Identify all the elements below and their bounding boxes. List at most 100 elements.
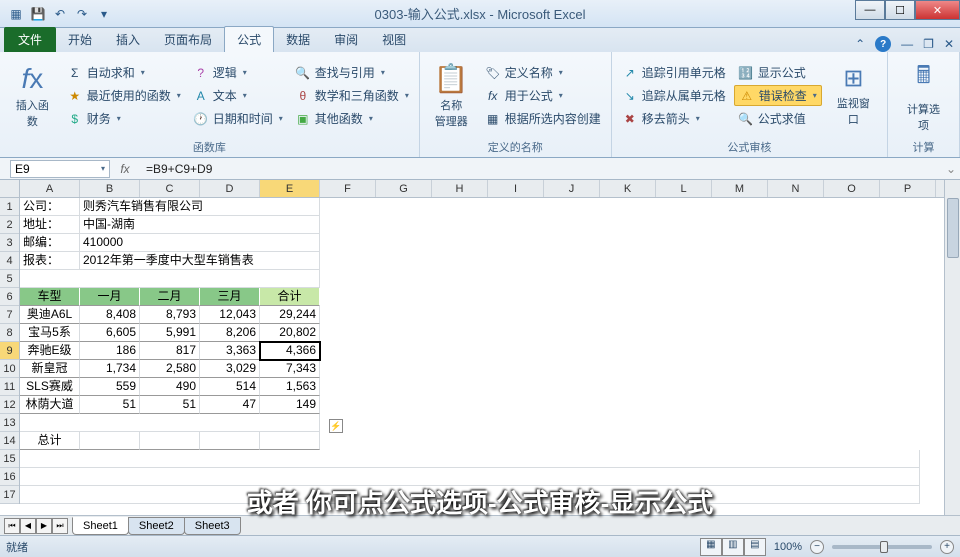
column-header[interactable]: N xyxy=(768,180,824,197)
footer-label[interactable]: 总计 xyxy=(20,432,80,450)
sheet-tab[interactable]: Sheet1 xyxy=(72,517,129,535)
save-icon[interactable]: 💾 xyxy=(28,4,48,24)
tab-layout[interactable]: 页面布局 xyxy=(152,27,224,52)
text-button[interactable]: A文本▾ xyxy=(189,85,287,106)
logical-button[interactable]: ?逻辑▾ xyxy=(189,62,287,83)
row-header[interactable]: 1 xyxy=(0,198,19,216)
model-cell[interactable]: 奔驰E级 xyxy=(20,342,80,360)
view-pagebreak-button[interactable]: ▤ xyxy=(744,538,766,556)
data-cell[interactable] xyxy=(80,432,140,450)
row-header[interactable]: 15 xyxy=(0,450,19,468)
tab-formulas[interactable]: 公式 xyxy=(224,26,274,52)
info-value[interactable]: 2012年第一季度中大型车销售表 xyxy=(80,252,320,270)
calc-options-button[interactable]: 🖩 计算选项 xyxy=(894,54,953,137)
name-manager-button[interactable]: 📋 名称 管理器 xyxy=(426,54,477,137)
data-cell[interactable]: 47 xyxy=(200,396,260,414)
tab-review[interactable]: 审阅 xyxy=(322,27,370,52)
recent-functions-button[interactable]: ★最近使用的函数▾ xyxy=(63,85,185,106)
info-label[interactable]: 邮编： xyxy=(20,234,80,252)
fx-button[interactable]: fx xyxy=(110,162,140,176)
table-header[interactable]: 合计 xyxy=(260,288,320,306)
data-cell[interactable]: 559 xyxy=(80,378,140,396)
expand-formula-bar-icon[interactable]: ⌄ xyxy=(946,162,956,176)
blank-cell[interactable] xyxy=(20,270,320,288)
column-header[interactable]: D xyxy=(200,180,260,197)
trace-precedents-button[interactable]: ↗追踪引用单元格 xyxy=(618,62,730,83)
column-header[interactable]: O xyxy=(824,180,880,197)
data-cell[interactable]: 8,793 xyxy=(140,306,200,324)
minimize-button[interactable]: — xyxy=(855,0,885,20)
create-from-selection-button[interactable]: ▦根据所选内容创建 xyxy=(481,108,605,129)
data-cell[interactable]: 186 xyxy=(80,342,140,360)
sheet-nav-prev[interactable]: ◀ xyxy=(20,518,36,534)
autosum-button[interactable]: Σ自动求和▾ xyxy=(63,62,185,83)
column-header[interactable]: H xyxy=(432,180,488,197)
row-header[interactable]: 2 xyxy=(0,216,19,234)
table-header[interactable]: 三月 xyxy=(200,288,260,306)
total-cell[interactable]: 149 xyxy=(260,396,320,414)
column-header[interactable]: B xyxy=(80,180,140,197)
use-in-formula-button[interactable]: fx用于公式▾ xyxy=(481,85,605,106)
data-cell[interactable]: 514 xyxy=(200,378,260,396)
data-cell[interactable]: 5,991 xyxy=(140,324,200,342)
column-header[interactable]: J xyxy=(544,180,600,197)
row-headers[interactable]: 1234567891011121314151617 xyxy=(0,198,20,504)
row-header[interactable]: 16 xyxy=(0,468,19,486)
view-normal-button[interactable]: ▦ xyxy=(700,538,722,556)
total-cell[interactable]: 20,802 xyxy=(260,324,320,342)
tab-home[interactable]: 开始 xyxy=(56,27,104,52)
close-button[interactable]: ✕ xyxy=(915,0,960,20)
data-cell[interactable] xyxy=(260,432,320,450)
help-icon[interactable]: ? xyxy=(875,36,891,52)
row-header[interactable]: 9 xyxy=(0,342,19,360)
column-header[interactable]: G xyxy=(376,180,432,197)
qat-dropdown-icon[interactable]: ▾ xyxy=(94,4,114,24)
datetime-button[interactable]: 🕐日期和时间▾ xyxy=(189,108,287,129)
total-cell[interactable]: 29,244 xyxy=(260,306,320,324)
error-checking-button[interactable]: ⚠错误检查▾ xyxy=(734,85,822,106)
vertical-scrollbar[interactable] xyxy=(944,180,960,515)
tab-insert[interactable]: 插入 xyxy=(104,27,152,52)
tab-data[interactable]: 数据 xyxy=(274,27,322,52)
row-header[interactable]: 17 xyxy=(0,486,19,504)
model-cell[interactable]: 奥迪A6L xyxy=(20,306,80,324)
row-header[interactable]: 11 xyxy=(0,378,19,396)
zoom-in-button[interactable]: + xyxy=(940,540,954,554)
data-cell[interactable]: 817 xyxy=(140,342,200,360)
column-header[interactable]: M xyxy=(712,180,768,197)
info-value[interactable]: 则秀汽车销售有限公司 xyxy=(80,198,320,216)
model-cell[interactable]: SLS赛威 xyxy=(20,378,80,396)
ribbon-window-close-icon[interactable]: ✕ xyxy=(944,37,954,51)
data-cell[interactable]: 3,363 xyxy=(200,342,260,360)
data-cell[interactable]: 51 xyxy=(80,396,140,414)
math-button[interactable]: θ数学和三角函数▾ xyxy=(291,85,413,106)
blank-cell[interactable] xyxy=(20,450,920,468)
info-value[interactable]: 中国-湖南 xyxy=(80,216,320,234)
select-all-corner[interactable] xyxy=(0,180,20,198)
total-cell[interactable]: 4,366 xyxy=(260,342,320,360)
column-header[interactable]: K xyxy=(600,180,656,197)
maximize-button[interactable]: ☐ xyxy=(885,0,915,20)
column-headers[interactable]: ABCDEFGHIJKLMNOP xyxy=(0,180,960,198)
model-cell[interactable]: 林荫大道 xyxy=(20,396,80,414)
row-header[interactable]: 5 xyxy=(0,270,19,288)
other-functions-button[interactable]: ▣其他函数▾ xyxy=(291,108,413,129)
table-header[interactable]: 一月 xyxy=(80,288,140,306)
trace-dependents-button[interactable]: ↘追踪从属单元格 xyxy=(618,85,730,106)
row-header[interactable]: 8 xyxy=(0,324,19,342)
row-header[interactable]: 13 xyxy=(0,414,19,432)
data-cell[interactable]: 6,605 xyxy=(80,324,140,342)
sheet-tab[interactable]: Sheet2 xyxy=(128,517,185,535)
total-cell[interactable]: 1,563 xyxy=(260,378,320,396)
data-cell[interactable]: 8,408 xyxy=(80,306,140,324)
formula-input[interactable]: =B9+C9+D9 xyxy=(140,162,960,176)
table-header[interactable]: 二月 xyxy=(140,288,200,306)
info-label[interactable]: 公司： xyxy=(20,198,80,216)
ribbon-window-restore-icon[interactable]: ❐ xyxy=(923,37,934,51)
row-header[interactable]: 14 xyxy=(0,432,19,450)
model-cell[interactable]: 宝马5系 xyxy=(20,324,80,342)
define-name-button[interactable]: 🏷定义名称▾ xyxy=(481,62,605,83)
column-header[interactable]: L xyxy=(656,180,712,197)
column-header[interactable]: P xyxy=(880,180,936,197)
info-label[interactable]: 报表： xyxy=(20,252,80,270)
